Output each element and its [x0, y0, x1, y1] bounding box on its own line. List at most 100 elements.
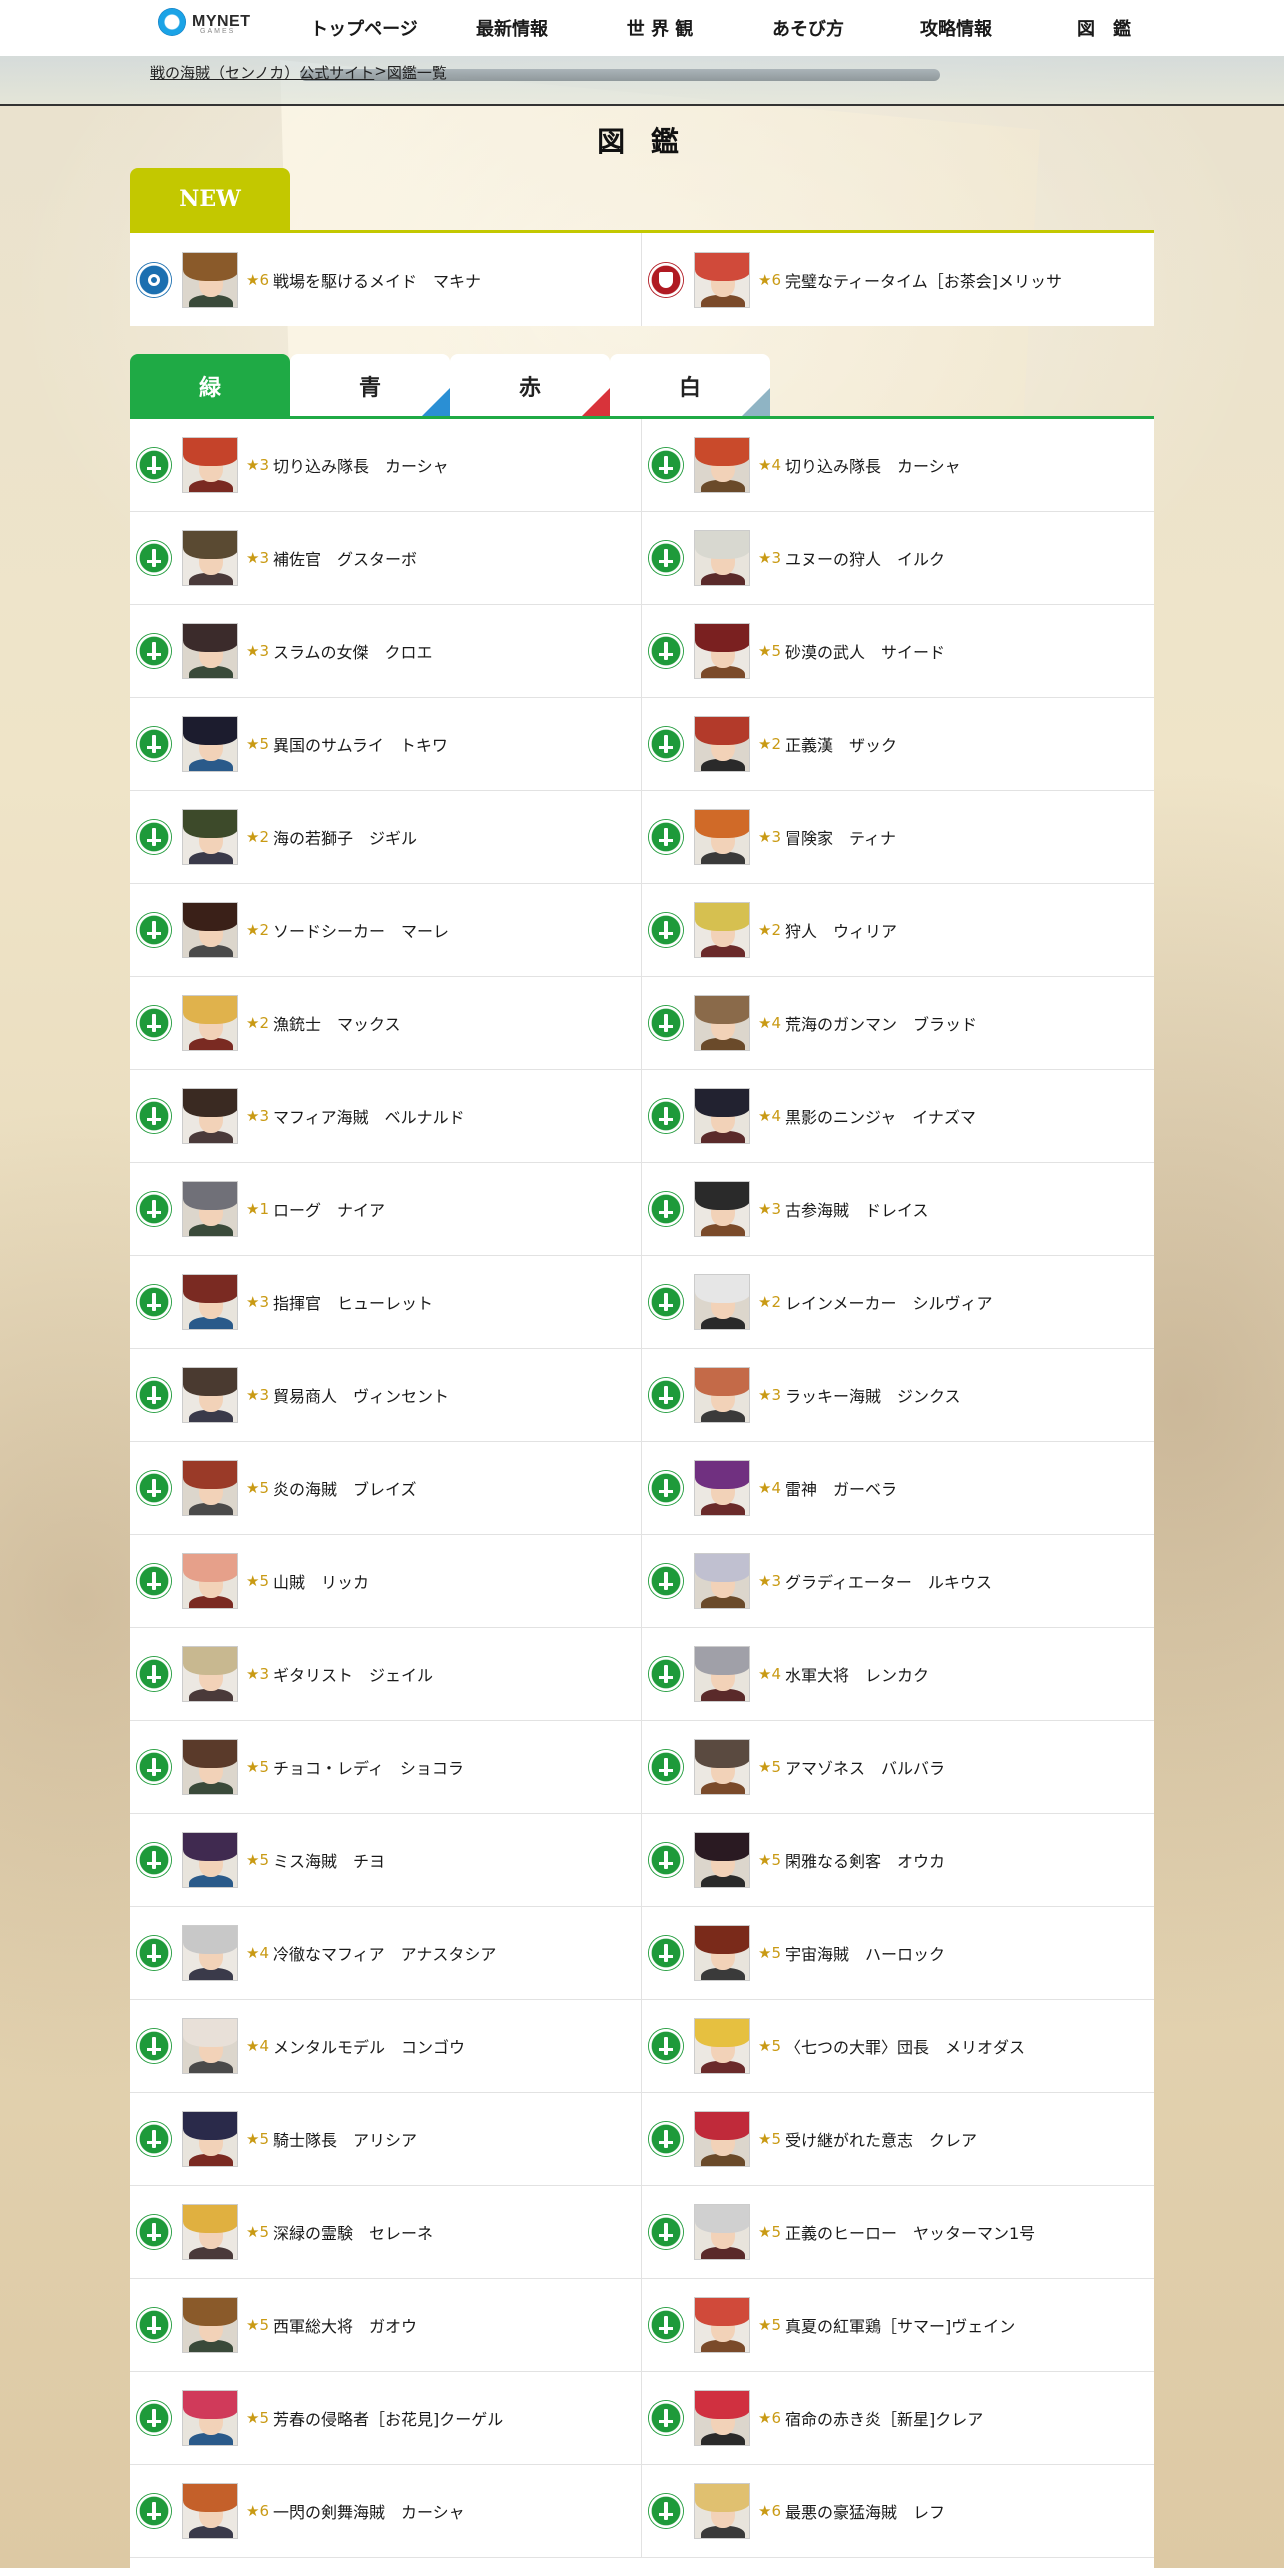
character-portrait	[694, 2297, 750, 2353]
character-entry[interactable]: ★5 炎の海賊 ブレイズ	[130, 1442, 642, 1534]
character-portrait	[694, 251, 750, 308]
character-entry[interactable]: ★5 閑雅なる剣客 オウカ	[642, 1814, 1154, 1906]
color-tabs: 緑青赤白	[130, 354, 770, 418]
rarity-stars: ★3	[758, 1386, 781, 1404]
character-entry[interactable]: ★3 ユヌーの狩人 イルク	[642, 512, 1154, 604]
breadcrumb-home-link[interactable]: 戦の海賊（センノカ）公式サイト	[150, 62, 374, 83]
character-entry[interactable]: ★3 古参海賊 ドレイス	[642, 1163, 1154, 1255]
character-entry[interactable]: ★2 狩人 ウィリア	[642, 884, 1154, 976]
character-entry[interactable]: ★3 指揮官 ヒューレット	[130, 1256, 642, 1348]
character-entry[interactable]: ★3 スラムの女傑 クロエ	[130, 605, 642, 697]
rarity-stars: ★3	[246, 642, 269, 660]
tab-color-0[interactable]: 緑	[130, 354, 290, 418]
character-entry[interactable]: ★2 正義漢 ザック	[642, 698, 1154, 790]
character-entry[interactable]: ★4 荒海のガンマン ブラッド	[642, 977, 1154, 1069]
tab-color-1[interactable]: 青	[290, 354, 450, 418]
sword-icon	[648, 2493, 684, 2529]
character-entry[interactable]: ★5 受け継がれた意志 クレア	[642, 2093, 1154, 2185]
character-portrait	[182, 1925, 238, 1981]
character-name: 砂漠の武人 サイード	[785, 643, 946, 662]
nav-world[interactable]: 世 界 観	[586, 0, 734, 56]
character-name: ミス海賊 チヨ	[273, 1852, 386, 1871]
character-name: 荒海のガンマン ブラッド	[785, 1015, 978, 1034]
character-entry[interactable]: ★4 冷徹なマフィア アナスタシア	[130, 1907, 642, 1999]
character-name: 受け継がれた意志 クレア	[785, 2131, 978, 2150]
character-entry[interactable]: ★3 貿易商人 ヴィンセント	[130, 1349, 642, 1441]
character-entry[interactable]: ★5 〈七つの大罪〉団長 メリオダス	[642, 2000, 1154, 2092]
sword-icon	[648, 1005, 684, 1041]
tab-color-2[interactable]: 赤	[450, 354, 610, 418]
nav-how-to-play[interactable]: あそび方	[734, 0, 882, 56]
sword-icon	[648, 1842, 684, 1878]
character-entry[interactable]: ★6 戦場を駆けるメイド マキナ	[130, 233, 642, 326]
table-row: ★3 マフィア海賊 ベルナルド ★4 黒影のニンジャ イナズマ	[130, 1070, 1154, 1163]
character-entry[interactable]: ★2 海の若獅子 ジギル	[130, 791, 642, 883]
character-entry[interactable]: ★5 ミス海賊 チヨ	[130, 1814, 642, 1906]
character-entry[interactable]: ★5 砂漠の武人 サイード	[642, 605, 1154, 697]
character-entry[interactable]: ★3 グラディエーター ルキウス	[642, 1535, 1154, 1627]
character-portrait	[182, 2297, 238, 2353]
character-entry[interactable]: ★2 漁銃士 マックス	[130, 977, 642, 1069]
character-entry[interactable]: ★2 レインメーカー シルヴィア	[642, 1256, 1154, 1348]
nav-top-page[interactable]: トップページ	[290, 0, 438, 56]
character-name: グラディエーター ルキウス	[785, 1573, 992, 1592]
rarity-stars: ★5	[246, 2223, 269, 2241]
sword-icon	[648, 2214, 684, 2250]
character-entry[interactable]: ★5 正義のヒーロー ヤッターマン1号	[642, 2186, 1154, 2278]
character-entry[interactable]: ★5 真夏の紅軍鶏［サマー]ヴェイン	[642, 2279, 1154, 2371]
sword-icon	[136, 2400, 172, 2436]
character-entry[interactable]: ★2 ソードシーカー マーレ	[130, 884, 642, 976]
character-entry[interactable]: ★5 芳春の侵略者［お花見]クーゲル	[130, 2372, 642, 2464]
character-entry[interactable]: ★3 冒険家 ティナ	[642, 791, 1154, 883]
rarity-stars: ★5	[246, 2409, 269, 2427]
character-name: チョコ・レディ ショコラ	[273, 1759, 464, 1778]
rarity-stars: ★4	[246, 1944, 269, 1962]
character-entry[interactable]: ★5 アマゾネス バルバラ	[642, 1721, 1154, 1813]
character-entry[interactable]: ★6 宿命の赤き炎［新星]クレア	[642, 2372, 1154, 2464]
character-entry[interactable]: ★6 一閃の剣舞海賊 カーシャ	[130, 2465, 642, 2557]
character-entry[interactable]: ★3 ギタリスト ジェイル	[130, 1628, 642, 1720]
character-name: 切り込み隊長 カーシャ	[785, 457, 961, 476]
character-entry[interactable]: ★4 黒影のニンジャ イナズマ	[642, 1070, 1154, 1162]
rarity-stars: ★6	[758, 270, 781, 289]
character-entry[interactable]: ★6 完璧なティータイム［お茶会]メリッサ	[642, 233, 1154, 326]
character-portrait	[182, 1832, 238, 1888]
character-entry[interactable]: ★4 メンタルモデル コンゴウ	[130, 2000, 642, 2092]
nav-encyclopedia[interactable]: 図 鑑	[1030, 0, 1178, 56]
character-entry[interactable]: ★3 補佐官 グスターボ	[130, 512, 642, 604]
sword-icon	[648, 1563, 684, 1599]
character-entry[interactable]: ★5 異国のサムライ トキワ	[130, 698, 642, 790]
character-portrait	[694, 2111, 750, 2167]
character-name: 漁銃士 マックス	[273, 1015, 401, 1034]
character-entry[interactable]: ★4 水軍大将 レンカク	[642, 1628, 1154, 1720]
nav-strategy[interactable]: 攻略情報	[882, 0, 1030, 56]
character-entry[interactable]: ★5 深緑の霊験 セレーネ	[130, 2186, 642, 2278]
character-entry[interactable]: ★5 チョコ・レディ ショコラ	[130, 1721, 642, 1813]
sword-icon	[136, 1563, 172, 1599]
sword-icon	[648, 2028, 684, 2064]
rarity-stars: ★2	[246, 921, 269, 939]
character-entry[interactable]: ★5 西軍総大将 ガオウ	[130, 2279, 642, 2371]
sword-icon	[648, 1749, 684, 1785]
sword-icon	[136, 1656, 172, 1692]
character-entry[interactable]: ★4 雷神 ガーベラ	[642, 1442, 1154, 1534]
sword-icon	[136, 633, 172, 669]
character-entry[interactable]: ★3 マフィア海賊 ベルナルド	[130, 1070, 642, 1162]
sword-icon	[136, 726, 172, 762]
character-name: 深緑の霊験 セレーネ	[273, 2224, 434, 2243]
nav-news[interactable]: 最新情報	[438, 0, 586, 56]
character-entry[interactable]: ★4 切り込み隊長 カーシャ	[642, 419, 1154, 511]
character-entry[interactable]: ★5 騎士隊長 アリシア	[130, 2093, 642, 2185]
character-name: メンタルモデル コンゴウ	[273, 2038, 466, 2057]
character-name: 閑雅なる剣客 オウカ	[785, 1852, 946, 1871]
character-entry[interactable]: ★3 切り込み隊長 カーシャ	[130, 419, 642, 511]
character-entry[interactable]: ★1 ローグ ナイア	[130, 1163, 642, 1255]
character-entry[interactable]: ★6 最悪の豪猛海賊 レフ	[642, 2465, 1154, 2557]
table-row: ★5 ミス海賊 チヨ ★5 閑雅なる剣客 オウカ	[130, 1814, 1154, 1907]
table-row: ★2 漁銃士 マックス ★4 荒海のガンマン ブラッド	[130, 977, 1154, 1070]
character-name: アマゾネス バルバラ	[785, 1759, 946, 1778]
tab-color-3[interactable]: 白	[610, 354, 770, 418]
character-entry[interactable]: ★5 宇宙海賊 ハーロック	[642, 1907, 1154, 1999]
character-entry[interactable]: ★3 ラッキー海賊 ジンクス	[642, 1349, 1154, 1441]
character-entry[interactable]: ★5 山賊 リッカ	[130, 1535, 642, 1627]
